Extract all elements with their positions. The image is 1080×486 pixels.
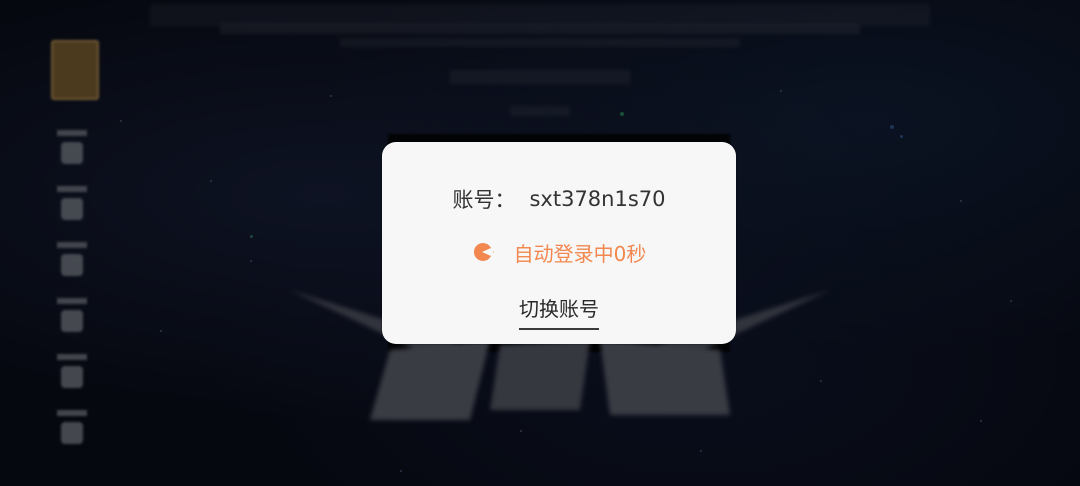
auto-login-dialog: 账号： sxt378n1s70 自动登录中0秒 切换账号 — [382, 142, 736, 344]
auto-login-status-text: 自动登录中0秒 — [513, 242, 647, 266]
game-screen: 账号： sxt378n1s70 自动登录中0秒 切换账号 — [0, 0, 1080, 486]
switch-account-button[interactable]: 切换账号 — [519, 293, 599, 330]
account-value: sxt378n1s70 — [529, 187, 666, 211]
loading-spinner-icon — [472, 242, 497, 264]
account-label: 账号： — [452, 188, 516, 212]
account-row: 账号： sxt378n1s70 — [452, 184, 665, 214]
auto-login-status: 自动登录中0秒 — [472, 238, 647, 267]
